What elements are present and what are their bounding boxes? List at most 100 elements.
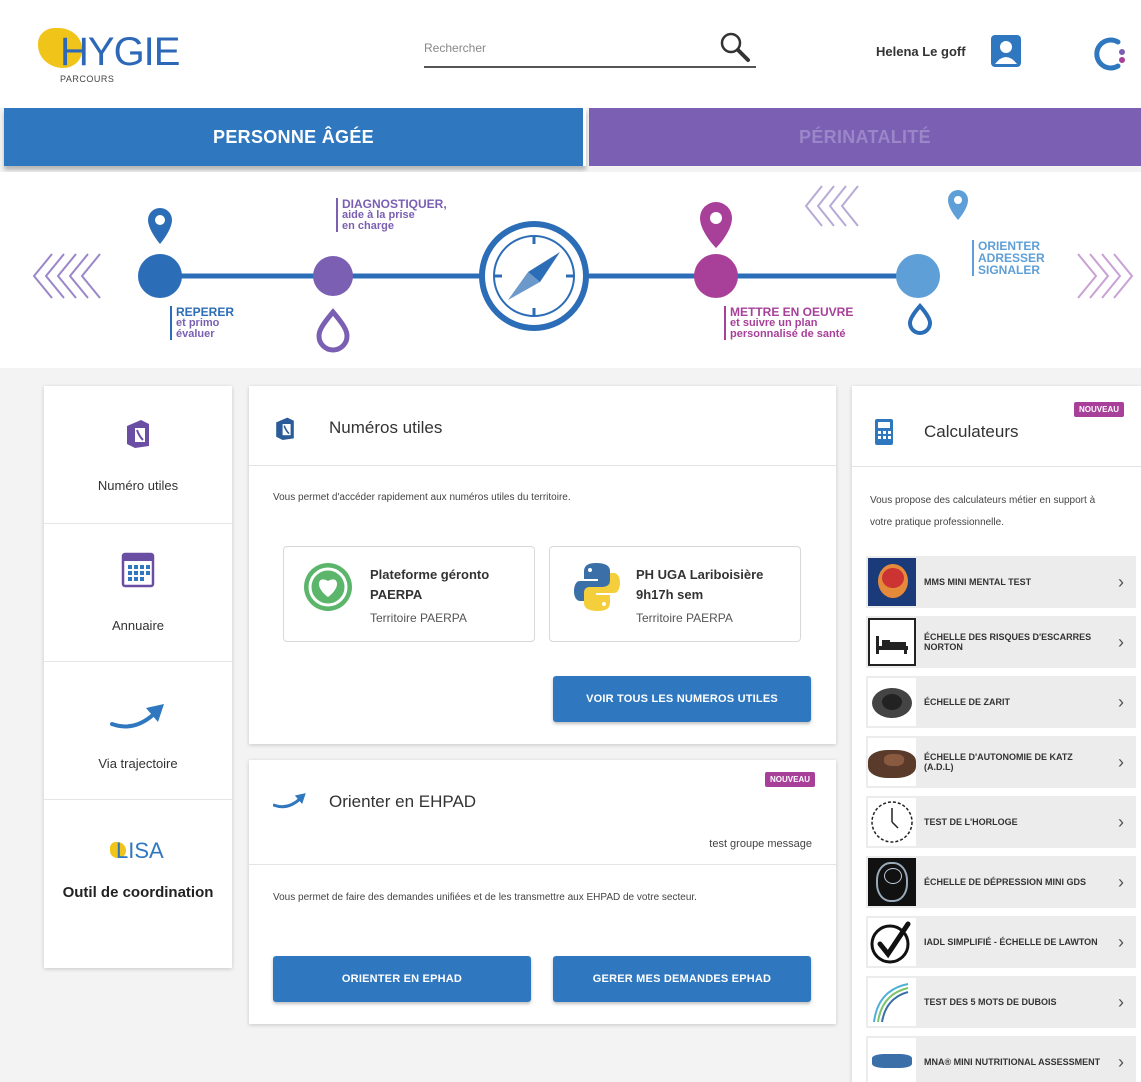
step-mettre-sub2: personnalisé de santé [730,328,846,340]
calculator-item-horloge[interactable]: TEST DE L'HORLOGE › [866,796,1136,848]
numeros-utiles-description: Vous permet d'accéder rapidement aux num… [273,492,571,503]
step-diagnostiquer-label: DIAGNOSTIQUER, aide à la prise en charge [336,198,447,232]
chevron-right-icon: › [1118,812,1124,832]
step-node-2 [313,256,353,296]
bed-icon [876,636,908,654]
head-scan-thumbnail [868,858,916,906]
calculator-item-label: TEST DE L'HORLOGE [924,817,1018,827]
sidebar-item-via-trajectoire[interactable]: Via trajectoire [44,662,232,800]
search-bar [424,28,756,68]
pin-icon-magenta [700,202,732,248]
sidebar-label-outil-coordination: Outil de coordination [62,884,214,901]
step-reperer-sub2: évaluer [176,328,215,340]
calculator-item-mms[interactable]: MMS MINI MENTAL TEST › [866,556,1136,608]
lisa-logo-text: LISA [116,838,164,863]
chevron-right-icon: › [1118,752,1124,772]
step-node-4 [896,254,940,298]
sidebar-item-numeros-utiles[interactable]: Numéro utiles [44,386,232,524]
numeros-utiles-header: Numéros utiles [249,386,836,466]
checkmark-thumbnail [868,918,916,966]
header: HYGIE PARCOURS Helena Le goff [0,0,1141,108]
calculator-item-lawton[interactable]: IADL SIMPLIFIÉ - ÉCHELLE DE LAWTON › [866,916,1136,968]
phone-book-icon [127,420,149,448]
step-diagnostiquer-sub2: en charge [342,220,394,232]
step-orienter-label: ORIENTER ADRESSER SIGNALER [972,240,1045,276]
checkmark-circle-icon [870,921,911,964]
phone-book-icon [276,417,294,440]
calculator-item-label: MMS MINI MENTAL TEST [924,577,1032,587]
calculator-item-norton[interactable]: ÉCHELLE DES RISQUES D'ESCARRES NORTON › [866,616,1136,668]
orienter-ehpad-description: Vous permet de faire des demandes unifié… [273,892,697,903]
numeros-utiles-panel: Numéros utiles Vous permet d'accéder rap… [249,386,836,744]
calculator-item-label: ÉCHELLE DE DÉPRESSION MINI GDS [924,877,1087,887]
clock-thumbnail [868,798,916,846]
sidebar-item-lisa[interactable]: LISA Outil de coordination [44,800,232,968]
calculator-item-label: ÉCHELLE DE ZARIT [924,697,1011,707]
user-name[interactable]: Helena Le goff [876,44,966,59]
calculator-item-label: ÉCHELLE D'AUTONOMIE DE KATZ (A.D.L) [924,752,1073,772]
sidebar-label-via-trajectoire: Via trajectoire [98,756,178,771]
hygie-logo[interactable]: HYGIE PARCOURS [38,22,180,92]
calculateurs-title: Calculateurs [924,422,1019,441]
sidebar-label-annuaire: Annuaire [111,618,165,633]
step-mettre-en-oeuvre-label: METTRE EN OEUVRE et suivre un plan perso… [724,306,853,340]
tab-perinatalite[interactable]: PÉRINATALITÉ [589,108,1141,166]
calculator-item-label: IADL SIMPLIFIÉ - ÉCHELLE DE LAWTON [924,937,1098,947]
calculator-item-label: MNA® MINI NUTRITIONAL ASSESSMENT [924,1057,1101,1067]
drop-icon-purple [316,308,350,353]
divider [249,864,836,865]
numero-card-uga[interactable]: PH UGA Lariboisière 9h17h sem Territoire… [549,546,801,642]
bed-icon-thumbnail [868,618,916,666]
calculator-item-katz[interactable]: ÉCHELLE D'AUTONOMIE DE KATZ (A.D.L) › [866,736,1136,788]
trajectory-arrow-icon [273,793,306,809]
calculator-item-zarit[interactable]: ÉCHELLE DE ZARIT › [866,676,1136,728]
orienter-en-ehpad-button[interactable]: ORIENTER EN EPHAD [273,956,531,1002]
heart-badge-icon [304,563,352,611]
calculator-item-gds[interactable]: ÉCHELLE DE DÉPRESSION MINI GDS › [866,856,1136,908]
search-input[interactable] [424,32,684,64]
numero-card-territory: Territoire PAERPA [636,611,733,625]
left-arrows-icon [32,253,101,299]
pin-icon-blue [148,208,172,244]
pin-icon-light-blue [948,190,968,220]
calendar-directory-icon [121,552,155,588]
logo-subtitle: PARCOURS [60,74,115,84]
calculator-item-mna[interactable]: MNA® MINI NUTRITIONAL ASSESSMENT › [866,1036,1136,1082]
gerer-demandes-ehpad-button[interactable]: GERER MES DEMANDES EPHAD [553,956,811,1002]
sidebar-label-numeros: Numéro utiles [97,478,179,493]
compass-icon [479,221,589,331]
clock-icon [871,801,913,843]
step-node-3 [694,254,738,298]
tab-bar: PERSONNE ÂGÉE PÉRINATALITÉ [4,108,1141,166]
trajectory-arrow-icon [110,704,164,729]
drop-icon-blue [907,302,933,335]
chevron-right-icon: › [1118,932,1124,952]
dial-thumbnail [868,678,916,726]
divider [852,466,1141,467]
numero-card-plateforme[interactable]: Plateforme géronto PAERPA Territoire PAE… [283,546,535,642]
calculator-item-dubois[interactable]: TEST DES 5 MOTS DE DUBOIS › [866,976,1136,1028]
numeros-utiles-title: Numéros utiles [329,418,443,437]
sidebar-item-annuaire[interactable]: Annuaire [44,524,232,662]
calculator-item-label: ÉCHELLE DES RISQUES D'ESCARRES NORTON [924,632,1092,652]
voir-tous-numeros-button[interactable]: VOIR TOUS LES NUMEROS UTILES [553,676,811,722]
step-orienter-line3: SIGNALER [978,263,1041,277]
step-node-1 [138,254,182,298]
nestle-logo-thumbnail [868,1038,916,1082]
chevron-right-icon: › [1118,572,1124,592]
lisa-logo: LISA [108,838,172,868]
user-profile-icon[interactable] [990,34,1022,68]
numero-card-title: Plateforme géronto PAERPA [370,567,490,602]
numero-card-territory: Territoire PAERPA [370,611,467,625]
orienter-ehpad-panel: NOUVEAU Orienter en EHPAD test groupe me… [249,760,836,1024]
orienter-ehpad-title: Orienter en EHPAD [329,792,477,811]
swoosh-logo-icon [873,983,909,1023]
chevron-right-icon: › [1118,992,1124,1012]
tab-personne-agee[interactable]: PERSONNE ÂGÉE [4,108,586,166]
numero-card-title: PH UGA Lariboisière 9h17h sem [636,567,764,602]
hands-thumbnail [868,738,916,786]
search-icon[interactable] [718,30,752,64]
calculateurs-panel: NOUVEAU Calculateurs Vous propose des ca… [852,386,1141,1082]
swoosh-thumbnail [868,978,916,1026]
chevron-right-icon: › [1118,1052,1124,1072]
